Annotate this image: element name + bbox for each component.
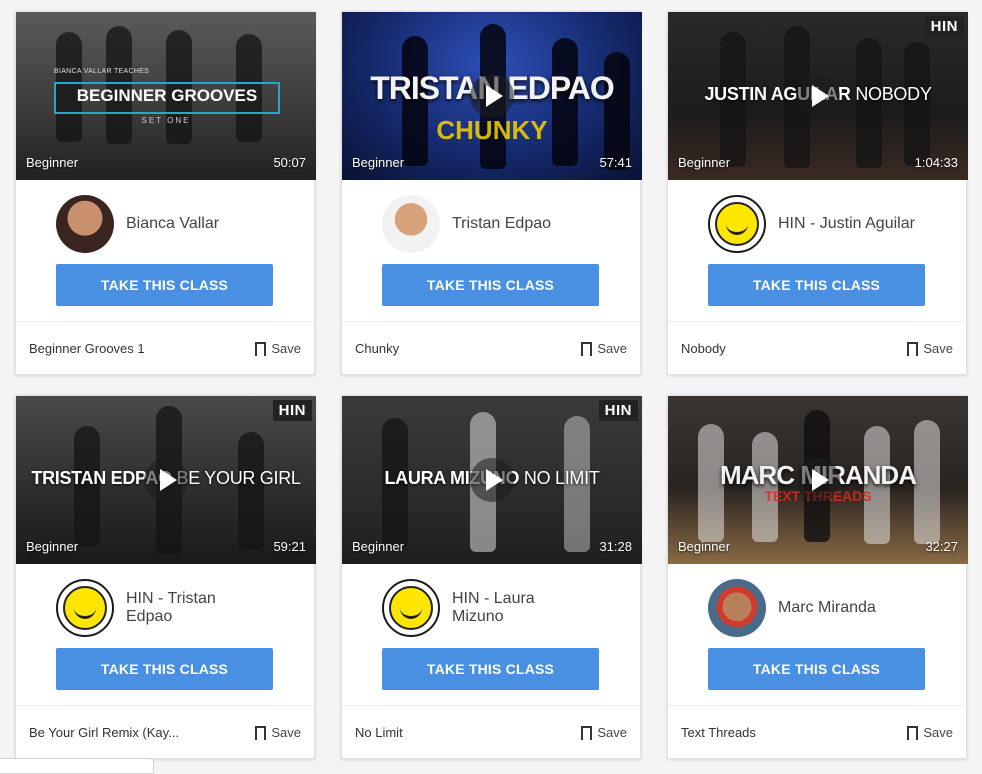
take-this-class-button[interactable]: TAKE THIS CLASS xyxy=(382,648,599,690)
duration-label: 1:04:33 xyxy=(914,155,958,170)
play-icon[interactable] xyxy=(470,458,514,502)
class-title: No Limit xyxy=(355,725,403,740)
thumbnail-title-song: BE YOUR GIRL xyxy=(176,468,301,488)
thumbnail-title-song: NOBODY xyxy=(855,84,932,104)
class-thumbnail[interactable]: TRISTAN EDPAO BE YOUR GIRL HIN Beginner … xyxy=(16,396,316,564)
class-title: Beginner Grooves 1 xyxy=(29,341,145,356)
take-this-class-button[interactable]: TAKE THIS CLASS xyxy=(708,648,925,690)
level-label: Beginner xyxy=(352,155,405,170)
class-title: Text Threads xyxy=(681,725,756,740)
thumbnail-title-song: NO LIMIT xyxy=(523,468,600,488)
save-button[interactable]: Save xyxy=(907,725,953,745)
hin-logo-icon xyxy=(382,579,440,637)
hin-badge: HIN xyxy=(924,16,964,37)
save-label: Save xyxy=(271,341,301,356)
instructor-name: Tristan Edpao xyxy=(452,215,552,232)
duration-label: 31:28 xyxy=(599,539,632,554)
class-thumbnail[interactable]: LAURA MIZUNO NO LIMIT HIN Beginner 31:28 xyxy=(342,396,642,564)
hin-badge: HIN xyxy=(598,400,638,421)
card-footer: Beginner Grooves 1 Save xyxy=(16,321,314,375)
instructor-name: HIN - Tristan Edpao xyxy=(126,590,216,625)
take-this-class-button[interactable]: TAKE THIS CLASS xyxy=(382,264,599,306)
class-title: Nobody xyxy=(681,341,726,356)
level-label: Beginner xyxy=(26,155,79,170)
class-card: JUSTIN AGUILAR NOBODY HIN Beginner 1:04:… xyxy=(667,11,968,375)
thumbnail-subtitle: CHUNKY xyxy=(436,115,548,145)
bookmark-icon xyxy=(907,725,919,745)
class-title: Chunky xyxy=(355,341,400,356)
save-label: Save xyxy=(923,725,953,740)
take-this-class-button[interactable]: TAKE THIS CLASS xyxy=(56,648,273,690)
duration-label: 50:07 xyxy=(273,155,306,170)
instructor-name: Marc Miranda xyxy=(778,599,876,616)
class-title: Be Your Girl Remix (Kay... xyxy=(29,725,180,740)
level-label: Beginner xyxy=(26,539,79,554)
instructor[interactable]: HIN - Laura Mizuno xyxy=(382,578,552,638)
save-button[interactable]: Save xyxy=(581,725,627,745)
thumbnail-caption: BIANCA VALLAR TEACHES xyxy=(54,68,150,75)
instructor-avatar xyxy=(382,195,440,253)
class-thumbnail[interactable]: TRISTAN EDPAO CHUNKY Beginner 57:41 xyxy=(342,12,642,180)
save-button[interactable]: Save xyxy=(255,725,301,745)
class-card: MARC MIRANDA TEXT THREADS Beginner 32:27… xyxy=(667,395,968,759)
instructor-avatar xyxy=(708,579,766,637)
hin-badge: HIN xyxy=(272,400,312,421)
play-icon[interactable] xyxy=(796,458,840,502)
instructor-name: HIN - Laura Mizuno xyxy=(452,590,535,625)
bottom-tab[interactable] xyxy=(0,758,154,774)
instructor-name: HIN - Justin Aguilar xyxy=(778,215,915,232)
play-icon[interactable] xyxy=(796,74,840,118)
level-label: Beginner xyxy=(678,155,731,170)
card-footer: Nobody Save xyxy=(668,321,966,375)
card-footer: Text Threads Save xyxy=(668,705,966,759)
duration-label: 32:27 xyxy=(925,539,958,554)
instructor[interactable]: HIN - Justin Aguilar xyxy=(708,194,918,254)
duration-label: 57:41 xyxy=(599,155,632,170)
bookmark-icon xyxy=(907,341,919,361)
save-label: Save xyxy=(597,725,627,740)
instructor-name: Bianca Vallar xyxy=(126,215,220,232)
instructor[interactable]: Bianca Vallar xyxy=(56,194,266,254)
level-label: Beginner xyxy=(352,539,405,554)
card-footer: Be Your Girl Remix (Kay... Save xyxy=(16,705,314,759)
thumbnail-subtitle: SET ONE xyxy=(141,116,191,125)
class-thumbnail[interactable]: BIANCA VALLAR TEACHES BEGINNER GROOVES S… xyxy=(16,12,316,180)
save-button[interactable]: Save xyxy=(581,341,627,361)
hin-logo-icon xyxy=(56,579,114,637)
instructor[interactable]: Tristan Edpao xyxy=(382,194,592,254)
instructor[interactable]: Marc Miranda xyxy=(708,578,918,638)
save-button[interactable]: Save xyxy=(907,341,953,361)
class-card: LAURA MIZUNO NO LIMIT HIN Beginner 31:28… xyxy=(341,395,642,759)
take-this-class-button[interactable]: TAKE THIS CLASS xyxy=(708,264,925,306)
card-footer: Chunky Save xyxy=(342,321,640,375)
play-icon[interactable] xyxy=(144,458,188,502)
class-card: TRISTAN EDPAO CHUNKY Beginner 57:41 Tris… xyxy=(341,11,642,375)
thumbnail-title: BEGINNER GROOVES xyxy=(76,86,258,105)
instructor-avatar xyxy=(56,195,114,253)
bookmark-icon xyxy=(581,725,593,745)
instructor[interactable]: HIN - Tristan Edpao xyxy=(56,578,236,638)
save-label: Save xyxy=(271,725,301,740)
card-footer: No Limit Save xyxy=(342,705,640,759)
save-button[interactable]: Save xyxy=(255,341,301,361)
class-thumbnail[interactable]: JUSTIN AGUILAR NOBODY HIN Beginner 1:04:… xyxy=(668,12,968,180)
bookmark-icon xyxy=(255,725,267,745)
save-label: Save xyxy=(923,341,953,356)
class-thumbnail[interactable]: MARC MIRANDA TEXT THREADS Beginner 32:27 xyxy=(668,396,968,564)
duration-label: 59:21 xyxy=(273,539,306,554)
play-icon[interactable] xyxy=(470,74,514,118)
class-card: TRISTAN EDPAO BE YOUR GIRL HIN Beginner … xyxy=(15,395,316,759)
class-card: BIANCA VALLAR TEACHES BEGINNER GROOVES S… xyxy=(15,11,316,375)
level-label: Beginner xyxy=(678,539,731,554)
take-this-class-button[interactable]: TAKE THIS CLASS xyxy=(56,264,273,306)
save-label: Save xyxy=(597,341,627,356)
bookmark-icon xyxy=(255,341,267,361)
hin-logo-icon xyxy=(708,195,766,253)
bookmark-icon xyxy=(581,341,593,361)
